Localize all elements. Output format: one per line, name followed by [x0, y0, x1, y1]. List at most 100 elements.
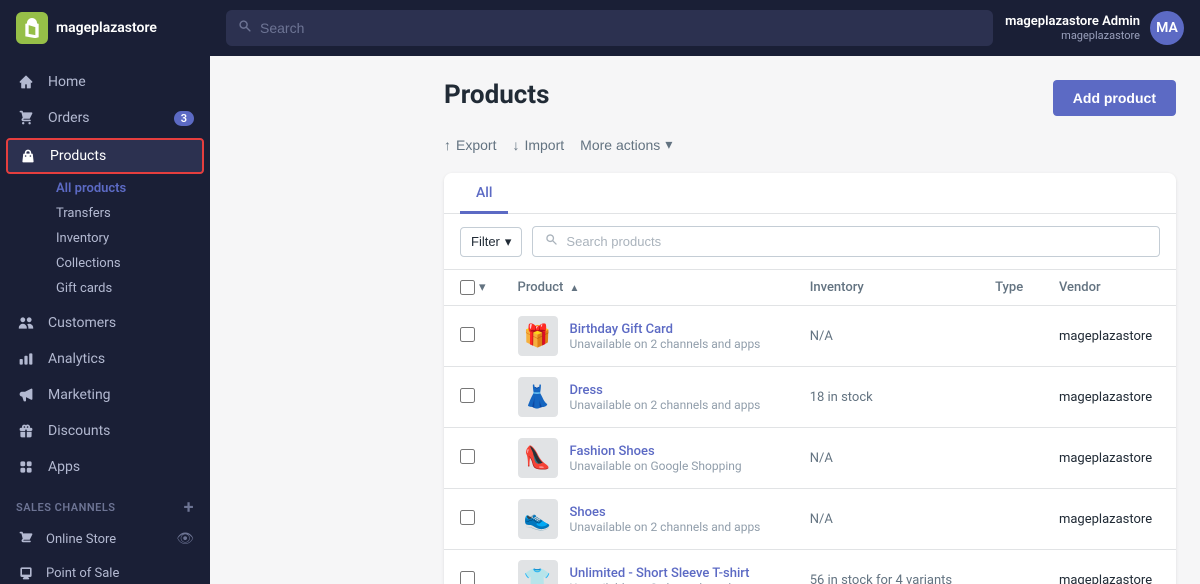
- product-name-link[interactable]: Fashion Shoes: [570, 444, 655, 459]
- sidebar-sub-gift-cards[interactable]: Gift cards: [48, 276, 210, 301]
- sidebar-item-label-marketing: Marketing: [48, 387, 111, 403]
- sidebar-sub-inventory[interactable]: Inventory: [48, 226, 210, 251]
- row-inventory-cell: 18 in stock: [794, 367, 979, 428]
- product-subtitle: Unavailable on 2 channels and apps: [570, 398, 761, 412]
- row-checkbox-cell: [444, 428, 502, 489]
- search-bar[interactable]: [226, 10, 993, 46]
- marketing-icon: [16, 385, 36, 405]
- products-icon: [18, 146, 38, 166]
- import-icon: ↓: [512, 137, 519, 153]
- home-icon: [16, 72, 36, 92]
- product-info: Fashion Shoes Unavailable on Google Shop…: [570, 444, 742, 473]
- sidebar-item-label-analytics: Analytics: [48, 351, 105, 367]
- row-vendor-cell: mageplazastore: [1043, 367, 1176, 428]
- sidebar-item-customers[interactable]: Customers: [0, 305, 210, 341]
- sidebar-channel-pos[interactable]: Point of Sale: [0, 556, 210, 584]
- select-all-checkbox[interactable]: [460, 280, 475, 295]
- sidebar-item-analytics[interactable]: Analytics: [0, 341, 210, 377]
- row-checkbox[interactable]: [460, 388, 475, 403]
- product-cell: 👠 Fashion Shoes Unavailable on Google Sh…: [518, 438, 778, 478]
- user-info[interactable]: mageplazastore Admin mageplazastore MA: [1005, 11, 1184, 45]
- product-thumbnail: 👠: [518, 438, 558, 478]
- row-inventory-cell: 56 in stock for 4 variants: [794, 550, 979, 584]
- channel-label-pos: Point of Sale: [46, 566, 194, 581]
- orders-badge: 3: [174, 111, 194, 126]
- filter-label: Filter: [471, 234, 500, 249]
- sidebar-item-label-apps: Apps: [48, 459, 80, 475]
- page-title: Products: [444, 80, 549, 110]
- filter-button[interactable]: Filter ▾: [460, 227, 522, 257]
- sidebar-item-home[interactable]: Home: [0, 64, 210, 100]
- sidebar-item-marketing[interactable]: Marketing: [0, 377, 210, 413]
- product-subtitle: Unavailable on 2 channels and apps: [570, 337, 761, 351]
- row-inventory-cell: N/A: [794, 428, 979, 489]
- add-channel-icon[interactable]: +: [184, 497, 194, 518]
- row-product-cell: 👟 Shoes Unavailable on 2 channels and ap…: [502, 489, 794, 550]
- product-info: Dress Unavailable on 2 channels and apps: [570, 383, 761, 412]
- sidebar-logo[interactable]: mageplazastore: [0, 0, 210, 56]
- row-checkbox-cell: [444, 306, 502, 367]
- row-checkbox[interactable]: [460, 327, 475, 342]
- row-checkbox[interactable]: [460, 449, 475, 464]
- product-name-link[interactable]: Shoes: [570, 505, 606, 520]
- tabs-row: All: [444, 173, 1176, 214]
- th-type: Type: [979, 270, 1043, 306]
- sidebar-store-name: mageplazastore: [56, 20, 157, 36]
- row-checkbox-cell: [444, 367, 502, 428]
- tab-all[interactable]: All: [460, 173, 508, 214]
- row-product-cell: 👗 Dress Unavailable on 2 channels and ap…: [502, 367, 794, 428]
- online-store-eye-icon[interactable]: 👁: [176, 531, 194, 547]
- chevron-down-icon: ▾: [665, 136, 672, 153]
- products-card: All Filter ▾ ▾: [444, 173, 1176, 584]
- sidebar-sub-all-products[interactable]: All products: [48, 176, 210, 201]
- th-checkbox-chevron[interactable]: ▾: [479, 280, 486, 295]
- product-info: Birthday Gift Card Unavailable on 2 chan…: [570, 322, 761, 351]
- products-tbody: 🎁 Birthday Gift Card Unavailable on 2 ch…: [444, 306, 1176, 584]
- search-input[interactable]: [260, 20, 981, 36]
- row-checkbox[interactable]: [460, 571, 475, 584]
- sidebar-item-discounts[interactable]: Discounts: [0, 413, 210, 449]
- sidebar-item-label-customers: Customers: [48, 315, 116, 331]
- row-vendor-cell: mageplazastore: [1043, 550, 1176, 584]
- product-name-link[interactable]: Dress: [570, 383, 603, 398]
- sort-icon: ▲: [570, 283, 580, 294]
- sidebar-channel-online-store[interactable]: Online Store 👁: [0, 522, 210, 556]
- row-checkbox[interactable]: [460, 510, 475, 525]
- sales-channels-section: SALES CHANNELS +: [0, 485, 210, 522]
- th-checkbox: ▾: [444, 270, 502, 306]
- export-button[interactable]: ↑ Export: [444, 133, 496, 157]
- more-actions-label: More actions: [580, 137, 660, 153]
- user-name: mageplazastore Admin: [1005, 14, 1140, 29]
- sidebar-nav: Home Orders 3 Products All products Tran…: [0, 56, 210, 584]
- sidebar-item-products[interactable]: Products: [6, 138, 204, 174]
- th-inventory: Inventory: [794, 270, 979, 306]
- discounts-icon: [16, 421, 36, 441]
- product-cell: 👕 Unlimited - Short Sleeve T-shirt Unava…: [518, 560, 778, 584]
- sidebar-sub-transfers[interactable]: Transfers: [48, 201, 210, 226]
- product-thumbnail: 👕: [518, 560, 558, 584]
- export-icon: ↑: [444, 137, 451, 153]
- sidebar-item-apps[interactable]: Apps: [0, 449, 210, 485]
- row-vendor-cell: mageplazastore: [1043, 428, 1176, 489]
- search-products-icon: [545, 233, 558, 250]
- avatar[interactable]: MA: [1150, 11, 1184, 45]
- sidebar-item-orders[interactable]: Orders 3: [0, 100, 210, 136]
- import-button[interactable]: ↓ Import: [512, 133, 564, 157]
- row-vendor-cell: mageplazastore: [1043, 306, 1176, 367]
- search-products-input[interactable]: [566, 234, 1147, 249]
- export-label: Export: [456, 137, 496, 153]
- sidebar-sub-collections[interactable]: Collections: [48, 251, 210, 276]
- row-type-cell: [979, 428, 1043, 489]
- table-row: 👕 Unlimited - Short Sleeve T-shirt Unava…: [444, 550, 1176, 584]
- add-product-button[interactable]: Add product: [1053, 80, 1176, 116]
- product-cell: 🎁 Birthday Gift Card Unavailable on 2 ch…: [518, 316, 778, 356]
- product-subtitle: Unavailable on Google Shopping: [570, 459, 742, 473]
- more-actions-button[interactable]: More actions ▾: [580, 132, 672, 157]
- product-name-link[interactable]: Unlimited - Short Sleeve T-shirt: [570, 566, 750, 581]
- product-name-link[interactable]: Birthday Gift Card: [570, 322, 673, 337]
- th-vendor: Vendor: [1043, 270, 1176, 306]
- sidebar-item-label-orders: Orders: [48, 110, 90, 126]
- user-store: mageplazastore: [1005, 29, 1140, 42]
- row-product-cell: 🎁 Birthday Gift Card Unavailable on 2 ch…: [502, 306, 794, 367]
- analytics-icon: [16, 349, 36, 369]
